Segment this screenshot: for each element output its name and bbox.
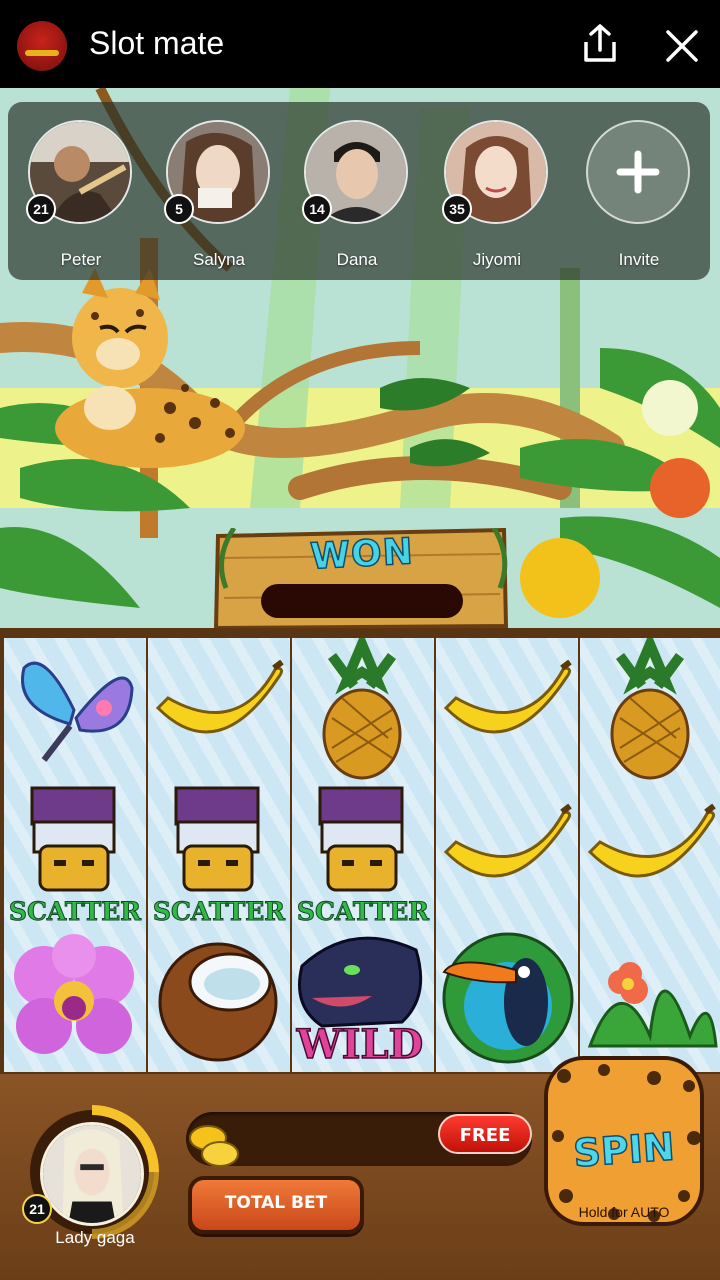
friend-name: Dana: [336, 250, 378, 269]
svg-text:WILD: WILD: [296, 1021, 423, 1068]
total-bet-button[interactable]: TOTAL BET: [188, 1176, 364, 1234]
free-coins-button[interactable]: FREE: [438, 1114, 532, 1154]
symbol-pineapple: [580, 638, 720, 782]
svg-text:SCATTER: SCATTER: [9, 897, 141, 926]
friend-salyna[interactable]: 5 Salyna: [164, 120, 272, 270]
friend-name: Salyna: [193, 250, 245, 269]
symbol-coconut: [148, 926, 290, 1070]
level-badge: 35: [442, 194, 472, 224]
symbol-pineapple: [292, 638, 434, 782]
reel-1: SCATTER: [4, 638, 146, 1072]
player-avatar[interactable]: [40, 1122, 144, 1226]
symbol-butterfly: [4, 638, 146, 782]
symbol-banana: [148, 638, 290, 782]
friend-jiyomi[interactable]: 35 Jiyomi: [442, 120, 550, 270]
friend-name: Jiyomi: [472, 250, 522, 269]
symbol-jungle-flower: [580, 926, 720, 1070]
symbol-scatter: SCATTER: [292, 782, 434, 926]
level-badge: 5: [164, 194, 194, 224]
symbol-banana: [436, 782, 578, 926]
reel-5: [580, 638, 720, 1072]
reel-4: [436, 638, 578, 1072]
plus-icon: [616, 150, 660, 194]
coins-icon: [189, 1125, 239, 1167]
won-amount-display: [261, 584, 463, 618]
invite-circle: [586, 120, 690, 224]
close-icon[interactable]: [660, 24, 704, 68]
svg-text:SCATTER: SCATTER: [153, 897, 285, 926]
share-icon[interactable]: [578, 22, 622, 66]
slot-reels: SCATTER SCATTER SCATTER WILD: [0, 628, 720, 1074]
friend-dana[interactable]: 14 Dana: [302, 120, 410, 270]
top-app-bar: Slot mate: [0, 0, 720, 88]
slot-mate-logo: [17, 21, 67, 71]
svg-text:SCATTER: SCATTER: [297, 897, 429, 926]
app-title: Slot mate: [89, 25, 225, 61]
reel-2: SCATTER: [148, 638, 290, 1072]
spin-hint: Hold for AUTO: [578, 1204, 670, 1220]
symbol-panther-wild: WILD: [292, 926, 434, 1070]
friend-peter[interactable]: 21 Peter: [26, 120, 134, 270]
slot-game: 21 Peter 5 Salyna 14 Dana 35 Jiyomi Invi…: [0, 88, 720, 1280]
level-badge: 14: [302, 194, 332, 224]
player-level-badge: 21: [22, 1194, 52, 1224]
invite-label: Invite: [618, 250, 660, 269]
won-sign: WON: [214, 528, 510, 630]
symbol-orchid: [4, 926, 146, 1070]
friends-panel: 21 Peter 5 Salyna 14 Dana 35 Jiyomi Invi…: [8, 102, 710, 280]
reel-3: SCATTER WILD: [292, 638, 434, 1072]
symbol-banana: [580, 782, 720, 926]
symbol-scatter: SCATTER: [4, 782, 146, 926]
symbol-scatter: SCATTER: [148, 782, 290, 926]
symbol-toucan: [436, 926, 578, 1070]
friend-name: Peter: [60, 250, 102, 269]
level-badge: 21: [26, 194, 56, 224]
symbol-banana: [436, 638, 578, 782]
bottom-control-panel: 21 Lady gaga FREE TOTAL BET SPIN Hold fo…: [0, 1056, 720, 1280]
player-name: Lady gaga: [55, 1228, 135, 1247]
invite-button[interactable]: Invite: [586, 120, 692, 270]
